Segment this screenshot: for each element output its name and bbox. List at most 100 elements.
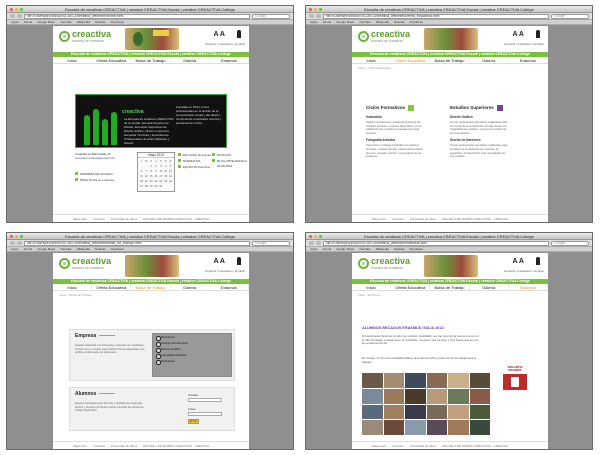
nav-inicio[interactable]: Inicio: [352, 57, 392, 63]
accessibility-icon[interactable]: [237, 257, 241, 265]
nav-inicio[interactable]: Inicio: [53, 284, 93, 290]
nav-bolsa[interactable]: Bolsa de Trabajo: [430, 284, 470, 290]
close-light[interactable]: [309, 235, 312, 238]
user-input[interactable]: [188, 398, 222, 402]
radio-option[interactable]: Ilustración: [153, 358, 231, 365]
gallery-photo[interactable]: [383, 373, 404, 388]
nav-inicio[interactable]: Inicio: [53, 57, 93, 63]
nav-galeria[interactable]: Galería: [470, 284, 509, 290]
bookmark[interactable]: Google Maps: [37, 247, 55, 251]
font-size-control[interactable]: A A: [512, 258, 524, 265]
bookmark[interactable]: Wikipedia: [376, 20, 389, 24]
back-button[interactable]: [10, 14, 15, 18]
forward-button[interactable]: [316, 14, 321, 18]
site-logo[interactable]: creactiva escuela de creativos: [59, 30, 111, 43]
gallery-photo[interactable]: [426, 373, 447, 388]
bookmark[interactable]: Apple: [11, 20, 19, 24]
font-size-control[interactable]: A A: [213, 31, 225, 38]
bookmark[interactable]: Apple: [11, 247, 19, 251]
gallery-photo[interactable]: [362, 420, 383, 435]
nav-bolsa[interactable]: Bolsa de Trabajo: [430, 57, 470, 63]
nav-oferta[interactable]: Oferta Educativa: [391, 284, 431, 290]
gallery-photo[interactable]: [448, 373, 469, 388]
bookmark[interactable]: Apple: [310, 20, 318, 24]
bookmark[interactable]: Wikipedia: [376, 247, 389, 251]
gallery-photo[interactable]: [383, 420, 404, 435]
forward-button[interactable]: [17, 241, 22, 245]
gallery-photo[interactable]: [426, 388, 447, 404]
bookmark[interactable]: Populares: [111, 20, 125, 24]
bookmark[interactable]: iCloud: [323, 20, 332, 24]
email-link[interactable]: escuela.creactiva@gmail.com: [75, 156, 133, 160]
close-light[interactable]: [10, 235, 13, 238]
nav-bolsa[interactable]: Bolsa de Trabajo: [131, 284, 171, 290]
search-field[interactable]: Google: [551, 240, 589, 246]
bookmark[interactable]: Populares: [111, 247, 125, 251]
blog-link[interactable]: BLOG ARTE-ESKOLA: [212, 158, 247, 164]
nav-erasmus[interactable]: Erasmus: [210, 57, 250, 63]
site-logo[interactable]: creactiva escuela de creativos: [59, 257, 111, 270]
minimize-light[interactable]: [15, 8, 18, 11]
forward-button[interactable]: [17, 14, 22, 18]
back-button[interactable]: [10, 241, 15, 245]
gallery-photo[interactable]: [469, 404, 490, 420]
zoom-light[interactable]: [20, 8, 23, 11]
bookmark[interactable]: Noticias: [95, 247, 106, 251]
nav-bolsa[interactable]: Bolsa de Trabajo: [131, 57, 171, 63]
bookmark[interactable]: Noticias: [394, 20, 405, 24]
zoom-light[interactable]: [319, 235, 322, 238]
nav-oferta[interactable]: Oferta Educativa: [92, 57, 132, 63]
site-logo[interactable]: creactiva escuela de creativos: [358, 30, 410, 43]
close-light[interactable]: [10, 8, 13, 11]
font-size-control[interactable]: A A: [213, 258, 225, 265]
language-selector[interactable]: Español | Castellano | English: [205, 269, 245, 273]
gallery-photo[interactable]: [405, 388, 426, 404]
zoom-light[interactable]: [319, 8, 322, 11]
bookmark[interactable]: Google Maps: [37, 20, 55, 24]
url-field[interactable]: file:///Users/pro/WEB/ESCUELA/creativa_w…: [24, 13, 250, 19]
nav-oferta[interactable]: Oferta Educativa: [391, 57, 431, 63]
url-field[interactable]: file:///Users/pro/WEB/ESCUELA/creativa_w…: [323, 240, 549, 246]
bookmark[interactable]: YouTube: [60, 20, 72, 24]
site-logo[interactable]: creactiva escuela de creativos: [358, 257, 410, 270]
gallery-photo[interactable]: [405, 404, 426, 420]
accessibility-icon[interactable]: [536, 257, 540, 265]
gallery-photo[interactable]: [469, 420, 490, 435]
forward-button[interactable]: [316, 241, 321, 245]
nav-galeria[interactable]: Galería: [171, 57, 210, 63]
nav-erasmus[interactable]: Erasmus: [509, 284, 549, 290]
minimize-light[interactable]: [15, 235, 18, 238]
bookmark[interactable]: Populares: [410, 247, 424, 251]
bookmark[interactable]: Noticias: [394, 247, 405, 251]
search-field[interactable]: Google: [252, 13, 290, 19]
bookmark[interactable]: YouTube: [359, 20, 371, 24]
minimize-light[interactable]: [314, 8, 317, 11]
back-button[interactable]: [309, 14, 314, 18]
bookmark[interactable]: YouTube: [60, 247, 72, 251]
url-field[interactable]: file:///Users/pro/WEB/ESCUELA/creativa_w…: [24, 240, 250, 246]
gallery-photo[interactable]: [362, 404, 383, 420]
nav-galeria[interactable]: Galería: [171, 284, 210, 290]
url-field[interactable]: file:///Users/pro/WEB/ESCUELA/creativa_w…: [323, 13, 549, 19]
gallery-photo[interactable]: [383, 404, 404, 420]
close-light[interactable]: [309, 8, 312, 11]
gallery-photo[interactable]: [426, 420, 447, 435]
link-practicas[interactable]: PRÁCTICAS en empresa: [75, 177, 133, 183]
zoom-light[interactable]: [20, 235, 23, 238]
accessibility-icon[interactable]: [536, 30, 540, 38]
back-button[interactable]: [309, 241, 314, 245]
gallery-photo[interactable]: [383, 388, 404, 404]
font-size-control[interactable]: A A: [512, 31, 524, 38]
bookmark[interactable]: iCloud: [24, 247, 33, 251]
gallery-photo[interactable]: [448, 388, 469, 404]
gallery-photo[interactable]: [426, 404, 447, 420]
minimize-light[interactable]: [314, 235, 317, 238]
bookmark[interactable]: iCloud: [24, 20, 33, 24]
search-field[interactable]: Google: [551, 13, 589, 19]
nav-erasmus[interactable]: Erasmus: [509, 57, 549, 63]
gallery-photo[interactable]: [448, 420, 469, 435]
bookmark[interactable]: Google Maps: [336, 247, 354, 251]
language-selector[interactable]: Español | Castellano | English: [504, 42, 544, 46]
gallery-photo[interactable]: [362, 388, 383, 404]
bookmark[interactable]: Apple: [310, 247, 318, 251]
